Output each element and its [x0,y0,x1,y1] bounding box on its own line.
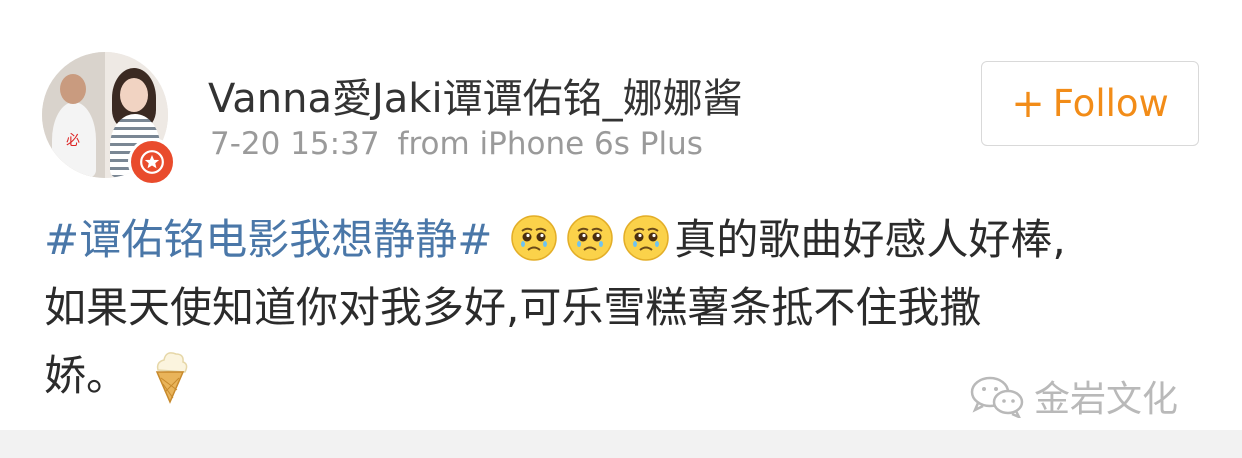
post-text-line-3: 娇。 [44,351,129,400]
teary-face-emoji [567,215,614,261]
post-source[interactable]: from iPhone 6s Plus [398,126,703,162]
post-text-line-1: 真的歌曲好感人好棒, [674,215,1066,264]
card-separator [0,430,1242,458]
username[interactable]: Vanna愛Jaki谭谭佑铭_娜娜酱 [208,66,743,124]
follow-label: Follow [1052,82,1169,125]
watermark-text: 金岩文化 [1034,379,1179,420]
wechat-watermark: 金岩文化 [968,370,1178,422]
avatar-shirt-mark: 必 [66,133,80,149]
ice-cream-cone-emoji [155,352,188,404]
teary-face-emoji [623,215,670,261]
verified-star-badge-icon [128,138,176,186]
wechat-logo-icon [970,376,1024,418]
follow-button[interactable]: + Follow [981,61,1199,146]
teary-face-emoji [511,215,558,261]
weibo-post-card: 必 Vanna愛Jaki谭谭佑铭_娜娜酱 7-20 15:37 from iPho… [0,0,1242,430]
avatar-person-2-head [120,78,148,112]
avatar-person-1-head [60,74,86,104]
post-meta: 7-20 15:37 from iPhone 6s Plus [210,126,703,162]
topic-hashtag-link[interactable]: #谭佑铭电影我想静静# [44,215,492,264]
plus-icon: + [1011,80,1045,127]
post-time: 7-20 15:37 [210,126,380,162]
post-text-line-2: 如果天使知道你对我多好,可乐雪糕薯条抵不住我撒 [44,283,982,332]
